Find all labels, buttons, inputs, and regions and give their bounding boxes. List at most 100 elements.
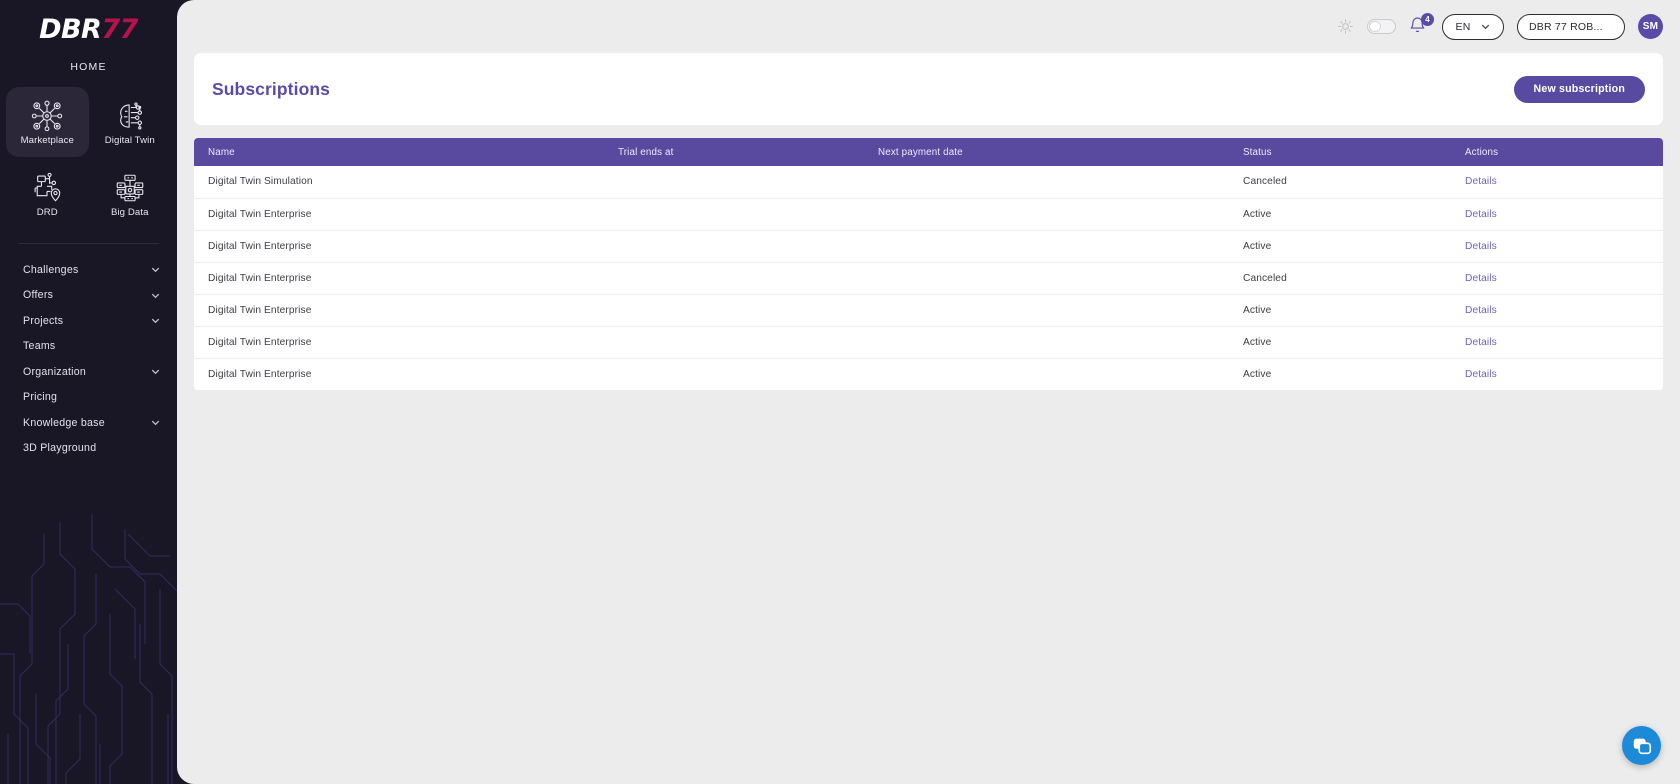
table-row[interactable]: Digital Twin Enterprise Active Details <box>194 294 1663 326</box>
page-header-card: Subscriptions New subscription <box>194 53 1663 125</box>
sidebar-divider <box>18 243 159 244</box>
brain-circuit-icon <box>119 101 142 130</box>
details-link[interactable]: Details <box>1465 273 1497 284</box>
table-row[interactable]: Digital Twin Enterprise Active Details <box>194 326 1663 358</box>
chevron-down-icon <box>151 293 160 298</box>
cell-next-payment-date <box>864 198 1229 230</box>
sidebar-item-label: Teams <box>23 340 56 353</box>
tile-marketplace[interactable]: Marketplace <box>6 87 89 157</box>
logo[interactable]: DBR77 <box>0 0 177 45</box>
sidebar-item-label: Challenges <box>23 263 79 276</box>
tile-drd[interactable]: DRD <box>6 159 89 229</box>
sidebar-item-organization[interactable]: Organization <box>0 359 177 385</box>
tile-big-data[interactable]: Big Data <box>89 159 172 229</box>
table-row[interactable]: Digital Twin Enterprise Active Details <box>194 198 1663 230</box>
cell-actions: Details <box>1451 262 1663 294</box>
sidebar-item-challenges[interactable]: Challenges <box>0 257 177 283</box>
organization-selector[interactable]: DBR 77 ROB... <box>1517 13 1625 40</box>
cell-status: Active <box>1243 336 1272 348</box>
cell-actions: Details <box>1451 294 1663 326</box>
cell-actions: Details <box>1451 230 1663 262</box>
details-link[interactable]: Details <box>1465 241 1497 252</box>
sidebar-item-label: Pricing <box>23 391 58 404</box>
cell-actions: Details <box>1451 358 1663 390</box>
sidebar-item-knowledge-base[interactable]: Knowledge base <box>0 410 177 436</box>
column-header-next-payment-date[interactable]: Next payment date <box>864 138 1229 166</box>
sidebar-item-pricing[interactable]: Pricing <box>0 385 177 411</box>
details-link[interactable]: Details <box>1465 337 1497 348</box>
cell-status: Active <box>1243 368 1272 380</box>
cell-actions: Details <box>1451 166 1663 198</box>
tile-label: Digital Twin <box>104 134 155 146</box>
avatar[interactable]: SM <box>1638 14 1663 39</box>
cell-status: Canceled <box>1243 272 1287 284</box>
toggle-knob <box>1369 20 1381 33</box>
details-link[interactable]: Details <box>1465 176 1497 187</box>
details-link[interactable]: Details <box>1465 369 1497 380</box>
cell-next-payment-date <box>864 294 1229 326</box>
sidebar: DBR77 HOME Marketplace Digital Twin DRD … <box>0 0 177 784</box>
cell-name: Digital Twin Enterprise <box>208 240 312 252</box>
table-row[interactable]: Digital Twin Enterprise Canceled Details <box>194 262 1663 294</box>
cell-status: Active <box>1243 240 1272 252</box>
cell-name: Digital Twin Enterprise <box>208 208 312 220</box>
theme-toggle[interactable] <box>1367 19 1396 34</box>
subscriptions-table: Name Trial ends at Next payment date Sta… <box>194 138 1663 390</box>
home-label: HOME <box>70 61 107 73</box>
organization-value: DBR 77 ROB... <box>1529 20 1603 33</box>
cell-status: Active <box>1243 304 1272 316</box>
cell-trial-ends-at <box>604 326 864 358</box>
details-link[interactable]: Details <box>1465 209 1497 220</box>
main-panel: 4 EN DBR 77 ROB... SM Subscriptions New … <box>177 0 1680 784</box>
table-header: Name Trial ends at Next payment date Sta… <box>194 138 1663 166</box>
table-row[interactable]: Digital Twin Enterprise Active Details <box>194 358 1663 390</box>
table-row[interactable]: Digital Twin Simulation Canceled Details <box>194 166 1663 198</box>
sidebar-item-offers[interactable]: Offers <box>0 283 177 309</box>
sidebar-item-projects[interactable]: Projects <box>0 308 177 334</box>
column-header-actions[interactable]: Actions <box>1451 138 1663 166</box>
details-link[interactable]: Details <box>1465 305 1497 316</box>
cell-next-payment-date <box>864 358 1229 390</box>
chat-widget-button[interactable] <box>1622 726 1661 765</box>
sidebar-item-label: Knowledge base <box>23 416 105 429</box>
language-value: EN <box>1455 20 1471 33</box>
cell-name: Digital Twin Enterprise <box>208 272 312 284</box>
cell-next-payment-date <box>864 326 1229 358</box>
sun-icon <box>1338 19 1353 34</box>
cell-trial-ends-at <box>604 358 864 390</box>
cell-actions: Details <box>1451 198 1663 230</box>
column-header-name[interactable]: Name <box>194 138 604 166</box>
table-body: Digital Twin Simulation Canceled Details… <box>194 166 1663 390</box>
language-selector[interactable]: EN <box>1442 13 1504 40</box>
cell-trial-ends-at <box>604 230 864 262</box>
cell-trial-ends-at <box>604 294 864 326</box>
chevron-down-icon <box>151 369 160 375</box>
content-area: Subscriptions New subscription Name Tria… <box>177 53 1680 390</box>
logo-text-77: 77 <box>101 14 138 45</box>
cell-status: Canceled <box>1243 176 1287 188</box>
table-header-row: Name Trial ends at Next payment date Sta… <box>194 138 1663 166</box>
chevron-down-icon <box>151 267 160 273</box>
sidebar-menu: Challenges Offers Projects Teams Organiz… <box>0 257 177 461</box>
cell-next-payment-date <box>864 166 1229 198</box>
cell-next-payment-date <box>864 230 1229 262</box>
new-subscription-button[interactable]: New subscription <box>1513 75 1645 103</box>
sidebar-item-teams[interactable]: Teams <box>0 334 177 360</box>
notifications-button[interactable]: 4 <box>1409 12 1434 38</box>
tile-digital-twin[interactable]: Digital Twin <box>89 87 172 157</box>
column-header-trial-ends-at[interactable]: Trial ends at <box>604 138 864 166</box>
logo-text-dbr: DBR <box>39 14 102 45</box>
sidebar-item-3d-playground[interactable]: 3D Playground <box>0 436 177 462</box>
notification-badge: 4 <box>1421 12 1434 26</box>
circuit-pattern-decoration <box>0 514 177 784</box>
table-row[interactable]: Digital Twin Enterprise Active Details <box>194 230 1663 262</box>
cell-name: Digital Twin Enterprise <box>208 336 312 348</box>
tile-label: DRD <box>36 206 58 218</box>
tile-label: Marketplace <box>20 134 74 146</box>
chevron-down-icon <box>1611 26 1613 27</box>
chevron-down-icon <box>151 420 160 426</box>
cell-name: Digital Twin Simulation <box>208 176 313 188</box>
server-rack-icon <box>116 174 144 201</box>
column-header-status[interactable]: Status <box>1229 138 1451 166</box>
cell-next-payment-date <box>864 262 1229 294</box>
